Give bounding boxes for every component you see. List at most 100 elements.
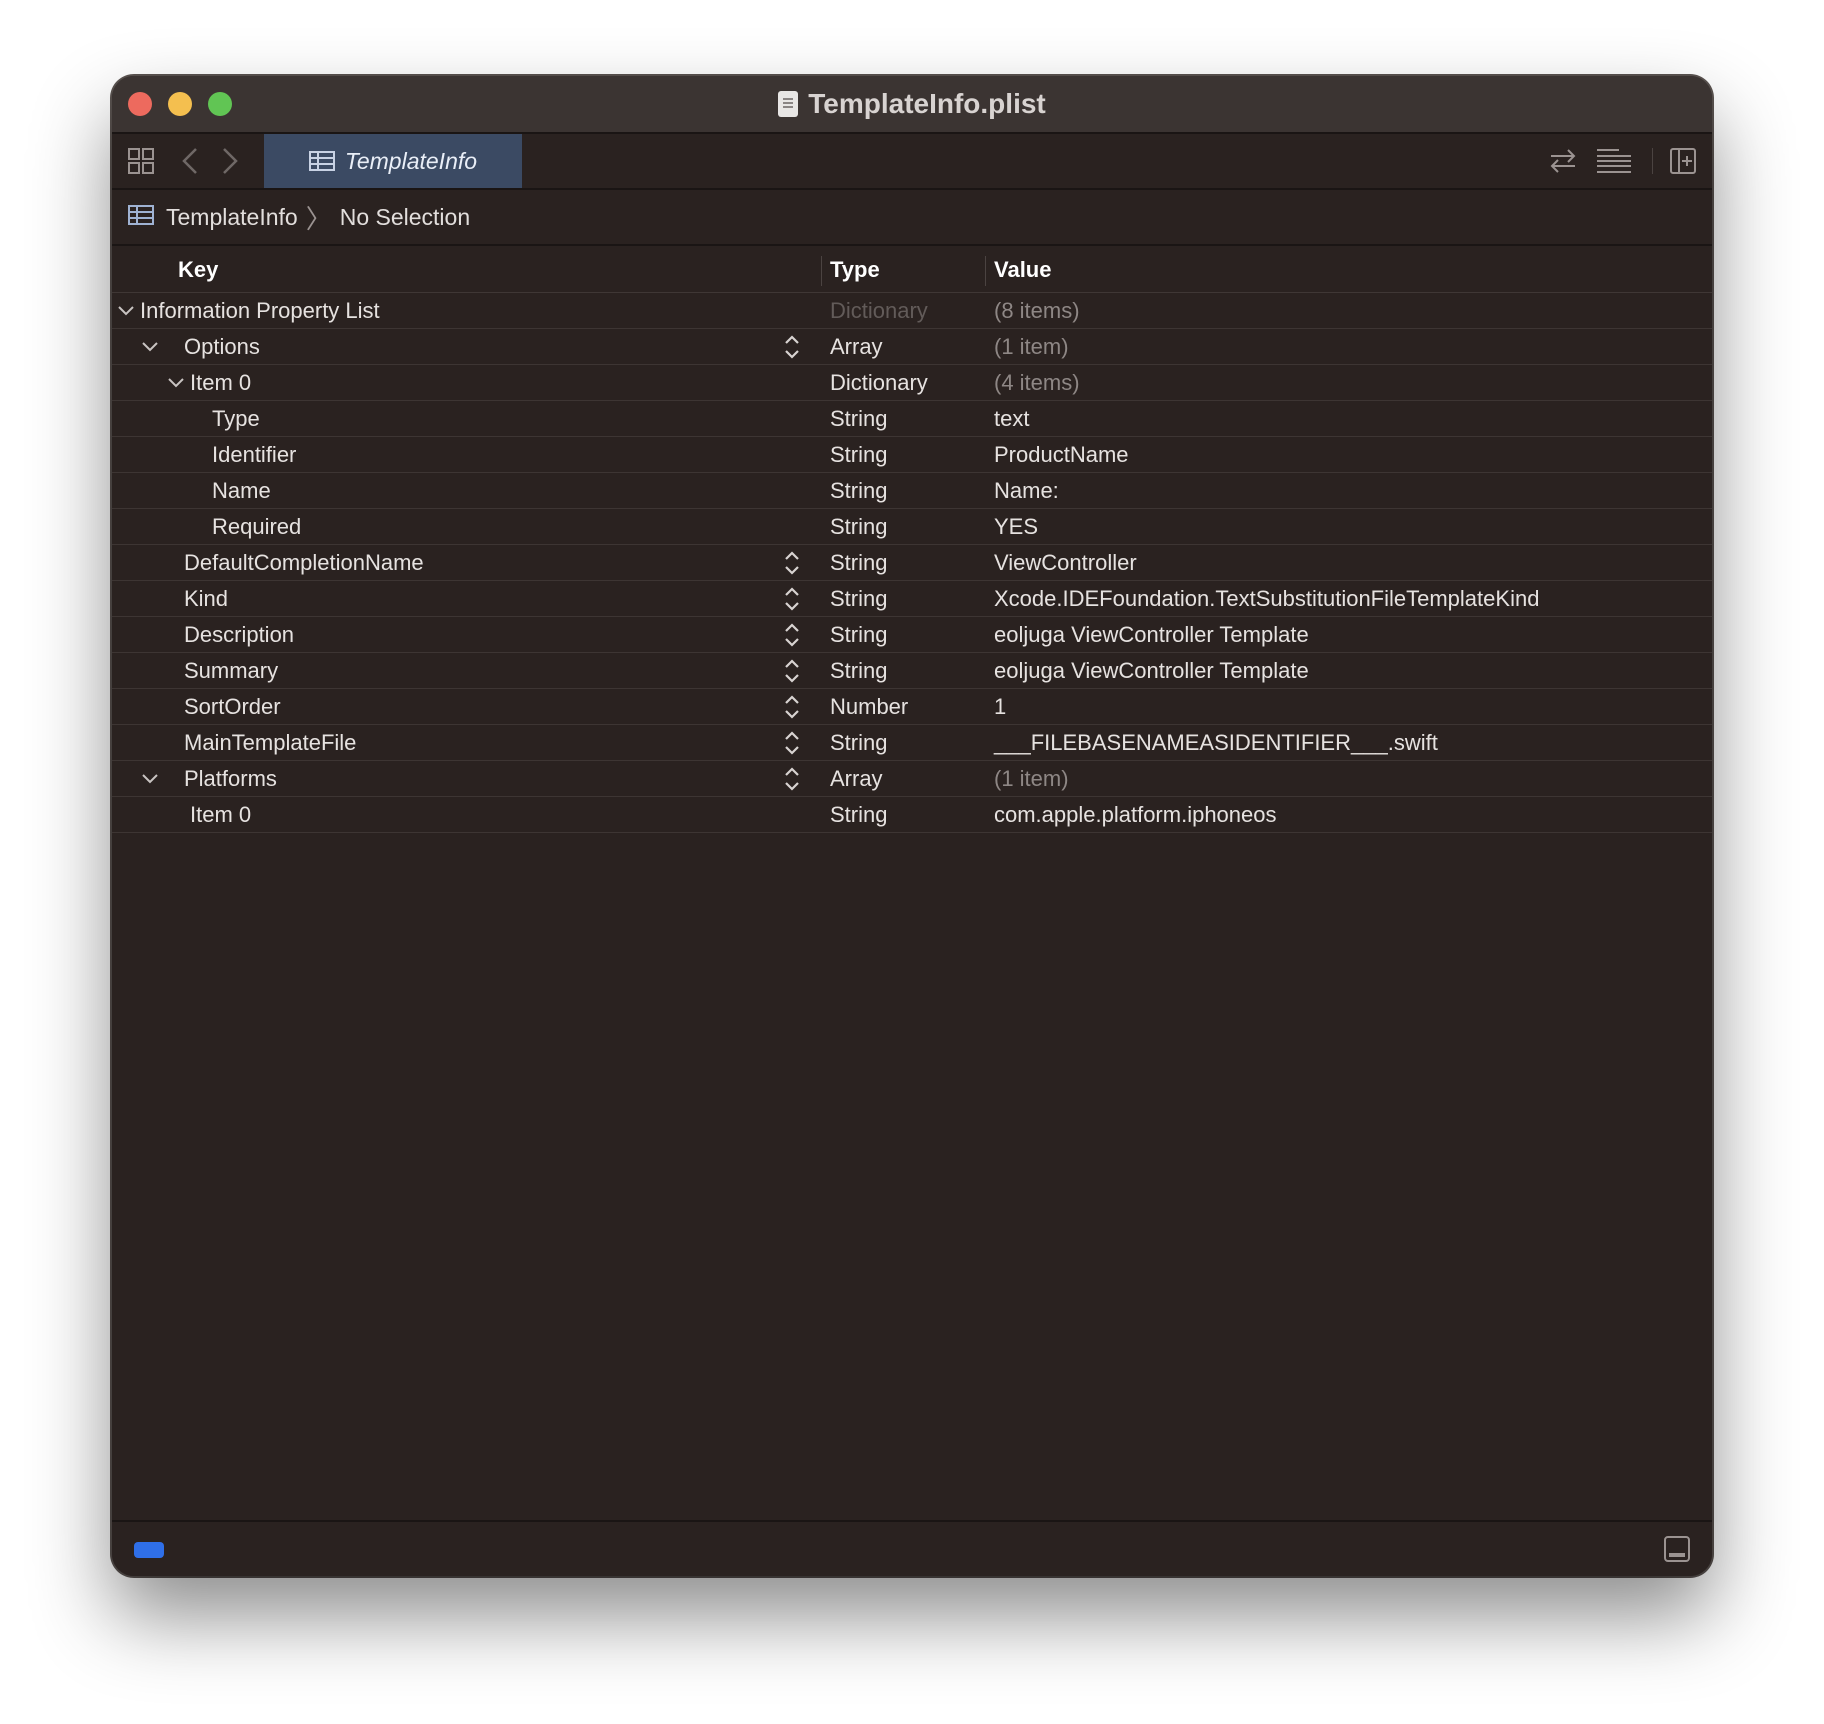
stepper-icon[interactable] xyxy=(784,765,800,793)
row-type[interactable]: String xyxy=(830,509,887,544)
row-type[interactable]: String xyxy=(830,581,887,616)
row-key[interactable]: Required xyxy=(212,509,301,544)
stepper-icon[interactable] xyxy=(784,621,800,649)
lines-icon[interactable] xyxy=(1594,134,1634,188)
row-value[interactable]: YES xyxy=(994,509,1038,544)
table-row[interactable]: Name String Name: xyxy=(112,473,1712,509)
table-row[interactable]: Platforms Array (1 item) xyxy=(112,761,1712,797)
row-key[interactable]: MainTemplateFile xyxy=(184,725,356,760)
table-row[interactable]: Item 0 String com.apple.platform.iphoneos xyxy=(112,797,1712,833)
zoom-button[interactable] xyxy=(208,92,232,116)
table-row[interactable]: Item 0 Dictionary (4 items) xyxy=(112,365,1712,401)
row-value[interactable]: com.apple.platform.iphoneos xyxy=(994,797,1277,832)
disclosure-chevron-down-icon[interactable] xyxy=(168,365,184,400)
row-type[interactable]: String xyxy=(830,545,887,580)
row-type[interactable]: String xyxy=(830,617,887,652)
row-key[interactable]: Type xyxy=(212,401,260,436)
row-type[interactable]: Array xyxy=(830,329,883,364)
stepper-icon[interactable] xyxy=(784,657,800,685)
table-row[interactable]: MainTemplateFile String ___FILEBASENAMEASI… xyxy=(112,725,1712,761)
status-indicator-icon[interactable] xyxy=(134,1542,164,1558)
breadcrumb-selection[interactable]: No Selection xyxy=(340,204,470,231)
row-type[interactable]: String xyxy=(830,653,887,688)
breadcrumb-root[interactable]: TemplateInfo xyxy=(166,204,298,231)
column-value[interactable]: Value xyxy=(994,248,1051,292)
row-value[interactable]: text xyxy=(994,401,1029,436)
stepper-icon[interactable] xyxy=(784,585,800,613)
row-key[interactable]: Options xyxy=(184,329,260,364)
table-row[interactable]: Identifier String ProductName xyxy=(112,437,1712,473)
row-key[interactable]: Kind xyxy=(184,581,228,616)
table-row[interactable]: Description String eoljuga ViewController … xyxy=(112,617,1712,653)
row-value[interactable]: (4 items) xyxy=(994,365,1080,400)
row-key[interactable]: Identifier xyxy=(212,437,296,472)
back-icon[interactable] xyxy=(178,134,202,188)
stepper-icon[interactable] xyxy=(784,549,800,577)
forward-icon[interactable] xyxy=(218,134,242,188)
tab-label: TemplateInfo xyxy=(344,147,478,174)
row-key[interactable]: Summary xyxy=(184,653,278,688)
column-key[interactable]: Key xyxy=(178,248,218,292)
swap-icon[interactable] xyxy=(1548,134,1578,188)
row-type[interactable]: String xyxy=(830,437,887,472)
row-type[interactable]: Dictionary xyxy=(830,365,928,400)
row-key[interactable]: DefaultCompletionName xyxy=(184,545,424,580)
row-value[interactable]: ___FILEBASENAMEASIDENTIFIER___.swift xyxy=(994,725,1438,760)
plist-editor-window: TemplateInfo.plist TemplateInfo Template… xyxy=(112,76,1712,1576)
row-value[interactable]: eoljuga ViewController Template xyxy=(994,653,1309,688)
row-type[interactable]: Number xyxy=(830,689,908,724)
row-type[interactable]: Array xyxy=(830,761,883,796)
breadcrumb: TemplateInfo 〉 No Selection xyxy=(112,190,1712,246)
row-key[interactable]: Description xyxy=(184,617,294,652)
row-value[interactable]: Xcode.IDEFoundation.TextSubstitutionFile… xyxy=(994,581,1539,616)
window-title-group: TemplateInfo.plist xyxy=(778,88,1046,120)
tab-templateinfo[interactable]: TemplateInfo xyxy=(264,134,522,188)
column-divider[interactable] xyxy=(821,256,822,286)
row-key[interactable]: Platforms xyxy=(184,761,277,796)
table-row[interactable]: DefaultCompletionName String ViewControlle… xyxy=(112,545,1712,581)
disclosure-chevron-down-icon[interactable] xyxy=(118,293,134,328)
column-type[interactable]: Type xyxy=(830,248,880,292)
column-divider[interactable] xyxy=(985,256,986,286)
table-row[interactable]: Type String text xyxy=(112,401,1712,437)
stepper-icon[interactable] xyxy=(784,729,800,757)
row-value[interactable]: 1 xyxy=(994,689,1006,724)
table-icon xyxy=(128,204,154,231)
row-type[interactable]: String xyxy=(830,797,887,832)
row-key[interactable]: Name xyxy=(212,473,271,508)
row-value[interactable]: (8 items) xyxy=(994,293,1080,328)
table-row[interactable]: Required String YES xyxy=(112,509,1712,545)
add-editor-icon[interactable] xyxy=(1668,134,1698,188)
disclosure-chevron-down-icon[interactable] xyxy=(142,761,158,796)
table-row[interactable]: SortOrder Number 1 xyxy=(112,689,1712,725)
window-title: TemplateInfo.plist xyxy=(808,88,1046,119)
disclosure-chevron-down-icon[interactable] xyxy=(142,329,158,364)
row-type[interactable]: Dictionary xyxy=(830,293,928,328)
row-key[interactable]: Information Property List xyxy=(140,293,380,328)
row-value[interactable]: ProductName xyxy=(994,437,1129,472)
column-header: Key Type Value xyxy=(112,248,1712,293)
close-button[interactable] xyxy=(128,92,152,116)
row-key[interactable]: Item 0 xyxy=(190,365,251,400)
row-value[interactable]: (1 item) xyxy=(994,761,1069,796)
table-row[interactable]: Kind String Xcode.IDEFoundation.TextSubsti… xyxy=(112,581,1712,617)
grid-icon[interactable] xyxy=(126,134,156,188)
stepper-icon[interactable] xyxy=(784,693,800,721)
row-value[interactable]: (1 item) xyxy=(994,329,1069,364)
row-type[interactable]: String xyxy=(830,473,887,508)
table-row[interactable]: Options Array (1 item) xyxy=(112,329,1712,365)
row-type[interactable]: String xyxy=(830,401,887,436)
stepper-icon[interactable] xyxy=(784,333,800,361)
row-value[interactable]: eoljuga ViewController Template xyxy=(994,617,1309,652)
table-row[interactable]: Information Property List Dictionary (8 it… xyxy=(112,293,1712,329)
row-key[interactable]: SortOrder xyxy=(184,689,281,724)
row-type[interactable]: String xyxy=(830,725,887,760)
row-value[interactable]: ViewController xyxy=(994,545,1137,580)
property-list-rows: Information Property List Dictionary (8 it… xyxy=(112,293,1712,833)
row-key[interactable]: Item 0 xyxy=(190,797,251,832)
table-row[interactable]: Summary String eoljuga ViewController Temp… xyxy=(112,653,1712,689)
minimize-button[interactable] xyxy=(168,92,192,116)
breadcrumb-separator-icon: 〉 xyxy=(305,203,332,234)
debug-area-toggle-icon[interactable] xyxy=(1664,1536,1690,1567)
row-value[interactable]: Name: xyxy=(994,473,1059,508)
